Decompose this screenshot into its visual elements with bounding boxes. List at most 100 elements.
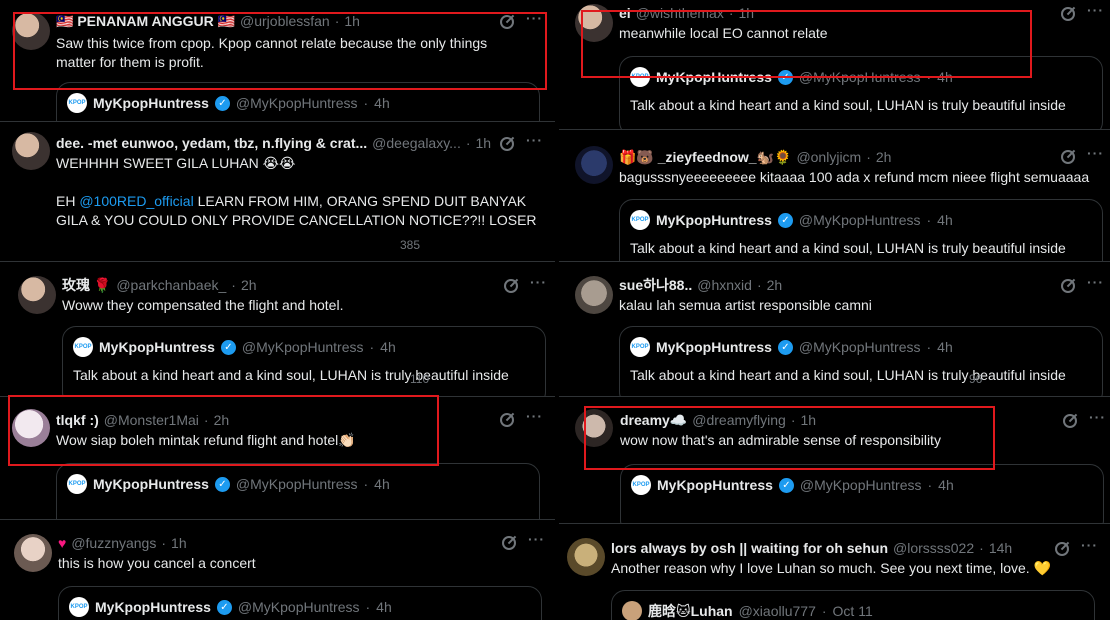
- quoted-header: 鹿晗🐱Luhan @xiaollu777 · Oct 11: [622, 601, 873, 620]
- timestamp[interactable]: 1h: [739, 5, 755, 21]
- quoted-tweet[interactable]: KPOP MyKpopHuntress ✓ @MyKpopHuntress · …: [620, 464, 1104, 523]
- tweet-card[interactable]: dee. -met eunwoo, yedam, tbz, n.flying &…: [0, 122, 555, 262]
- view-count[interactable]: 96: [969, 372, 982, 388]
- timestamp[interactable]: 14h: [989, 540, 1012, 556]
- grok-icon[interactable]: [500, 413, 514, 427]
- tweet-card[interactable]: 🎁🐻 _zieyfeednow_🐿️🌻 @onlyjicm · 2h ··· b…: [559, 130, 1110, 262]
- display-name[interactable]: ♥: [58, 535, 66, 551]
- handle[interactable]: @dreamyflying: [692, 412, 786, 428]
- grok-icon[interactable]: [502, 536, 516, 550]
- more-options-icon[interactable]: ···: [528, 531, 545, 547]
- quoted-tweet[interactable]: KPOP MyKpopHuntress ✓ @MyKpopHuntress · …: [56, 82, 540, 121]
- grok-icon[interactable]: [500, 15, 514, 29]
- timestamp[interactable]: 2h: [241, 277, 257, 293]
- more-options-icon[interactable]: ···: [1089, 409, 1106, 425]
- timestamp[interactable]: 2h: [767, 277, 783, 293]
- quoted-name: MyKpopHuntress: [99, 339, 215, 355]
- avatar[interactable]: [14, 534, 52, 572]
- handle[interactable]: @onlyjicm: [796, 149, 861, 165]
- grok-icon[interactable]: [1061, 7, 1075, 21]
- avatar[interactable]: [575, 4, 613, 42]
- grok-icon[interactable]: [1063, 414, 1077, 428]
- verified-badge-icon: ✓: [214, 95, 230, 111]
- grok-icon[interactable]: [500, 137, 514, 151]
- separator: ·: [728, 5, 734, 21]
- quoted-tweet[interactable]: KPOP MyKpopHuntress ✓ @MyKpopHuntress · …: [62, 326, 546, 396]
- quoted-tweet[interactable]: KPOP MyKpopHuntress ✓ @MyKpopHuntress · …: [619, 326, 1103, 396]
- display-name[interactable]: lors always by osh || waiting for oh seh…: [611, 540, 888, 556]
- quoted-avatar: KPOP: [69, 597, 89, 617]
- handle[interactable]: @lorssss022: [893, 540, 974, 556]
- display-name[interactable]: ei: [619, 5, 631, 21]
- quoted-tweet[interactable]: 鹿晗🐱Luhan @xiaollu777 · Oct 11: [611, 590, 1095, 620]
- grok-icon[interactable]: [1061, 150, 1075, 164]
- tweet-card[interactable]: 🇲🇾 PENANAM ANGGUR 🇲🇾 @urjoblessfan · 1h …: [0, 0, 555, 122]
- quoted-avatar: KPOP: [631, 475, 651, 495]
- display-name[interactable]: 🇲🇾 PENANAM ANGGUR 🇲🇾: [56, 13, 235, 30]
- timestamp[interactable]: 1h: [171, 535, 187, 551]
- timestamp[interactable]: 2h: [214, 412, 230, 428]
- more-options-icon[interactable]: ···: [526, 10, 543, 26]
- more-options-icon[interactable]: ···: [1081, 537, 1098, 553]
- more-options-icon[interactable]: ···: [526, 132, 543, 148]
- quoted-time: 4h: [380, 339, 396, 355]
- more-options-icon[interactable]: ···: [1087, 274, 1104, 290]
- mention-link[interactable]: @100RED_official: [79, 193, 193, 209]
- avatar[interactable]: [18, 276, 56, 314]
- tweet-header: 🇲🇾 PENANAM ANGGUR 🇲🇾 @urjoblessfan · 1h: [56, 12, 360, 30]
- timestamp[interactable]: 1h: [344, 13, 360, 29]
- grok-icon[interactable]: [1061, 279, 1075, 293]
- separator: ·: [334, 13, 340, 29]
- handle[interactable]: @urjoblessfan: [240, 13, 330, 29]
- display-name[interactable]: dreamy☁️: [620, 412, 687, 429]
- avatar[interactable]: [575, 409, 613, 447]
- timestamp[interactable]: 2h: [876, 149, 892, 165]
- handle[interactable]: @wishthemax: [636, 5, 724, 21]
- view-count[interactable]: 110: [410, 372, 429, 388]
- display-name[interactable]: tlqkf :): [56, 412, 99, 428]
- tweet-card[interactable]: 玫瑰 🌹 @parkchanbaek_ · 2h ··· Woww they c…: [0, 262, 555, 397]
- tweet-text: WEHHHH SWEET GILA LUHAN 😭😭 EH @100RED_of…: [56, 154, 537, 230]
- tweet-card[interactable]: ei @wishthemax · 1h ··· meanwhile local …: [559, 0, 1110, 130]
- avatar[interactable]: [12, 409, 50, 447]
- avatar[interactable]: [575, 146, 613, 184]
- view-count[interactable]: 385: [400, 238, 420, 254]
- more-options-icon[interactable]: ···: [530, 274, 547, 290]
- display-name[interactable]: sue하나88..: [619, 275, 692, 295]
- tweet-card[interactable]: lors always by osh || waiting for oh seh…: [555, 524, 1110, 620]
- avatar[interactable]: [12, 132, 50, 170]
- quoted-tweet[interactable]: KPOP MyKpopHuntress ✓ @MyKpopHuntress · …: [58, 586, 542, 620]
- handle[interactable]: @fuzznyangs: [71, 535, 156, 551]
- tweet-text-line: meanwhile local EO cannot relate: [619, 25, 828, 41]
- display-name[interactable]: dee. -met eunwoo, yedam, tbz, n.flying &…: [56, 135, 367, 151]
- avatar[interactable]: [575, 276, 613, 314]
- tweet-text: Woww they compensated the flight and hot…: [62, 296, 343, 315]
- tweet-text-line: Another reason why I love Luhan so much.…: [611, 560, 1052, 576]
- timestamp[interactable]: 1h: [476, 135, 492, 151]
- handle[interactable]: @Monster1Mai: [104, 412, 199, 428]
- handle[interactable]: @parkchanbaek_: [116, 277, 226, 293]
- tweet-card[interactable]: dreamy☁️ @dreamyflying · 1h ··· wow now …: [559, 397, 1110, 524]
- grok-icon[interactable]: [504, 279, 518, 293]
- quoted-tweet[interactable]: KPOP MyKpopHuntress ✓ @MyKpopHuntress · …: [56, 463, 540, 519]
- avatar[interactable]: [12, 12, 50, 50]
- quoted-tweet[interactable]: KPOP MyKpopHuntress ✓ @MyKpopHuntress · …: [619, 56, 1103, 129]
- quoted-time: 4h: [374, 95, 390, 111]
- timestamp[interactable]: 1h: [801, 412, 817, 428]
- verified-badge-icon: ✓: [216, 599, 232, 615]
- more-options-icon[interactable]: ···: [526, 408, 543, 424]
- display-name[interactable]: 🎁🐻 _zieyfeednow_🐿️🌻: [619, 149, 791, 166]
- quoted-time: Oct 11: [832, 603, 873, 619]
- handle[interactable]: @hxnxid: [697, 277, 752, 293]
- avatar[interactable]: [567, 538, 605, 576]
- handle[interactable]: @deegalaxy...: [372, 135, 461, 151]
- tweet-card[interactable]: ♥ @fuzznyangs · 1h ··· this is how you c…: [0, 520, 555, 620]
- tweet-card[interactable]: tlqkf :) @Monster1Mai · 2h ··· Wow siap …: [0, 397, 555, 520]
- quoted-handle: @MyKpopHuntress: [237, 599, 360, 615]
- more-options-icon[interactable]: ···: [1087, 145, 1104, 161]
- grok-icon[interactable]: [1055, 542, 1069, 556]
- more-options-icon[interactable]: ···: [1087, 2, 1104, 18]
- quoted-tweet[interactable]: KPOP MyKpopHuntress ✓ @MyKpopHuntress · …: [619, 199, 1103, 261]
- display-name[interactable]: 玫瑰 🌹: [62, 275, 111, 295]
- tweet-card[interactable]: sue하나88.. @hxnxid · 2h ··· kalau lah sem…: [559, 262, 1110, 397]
